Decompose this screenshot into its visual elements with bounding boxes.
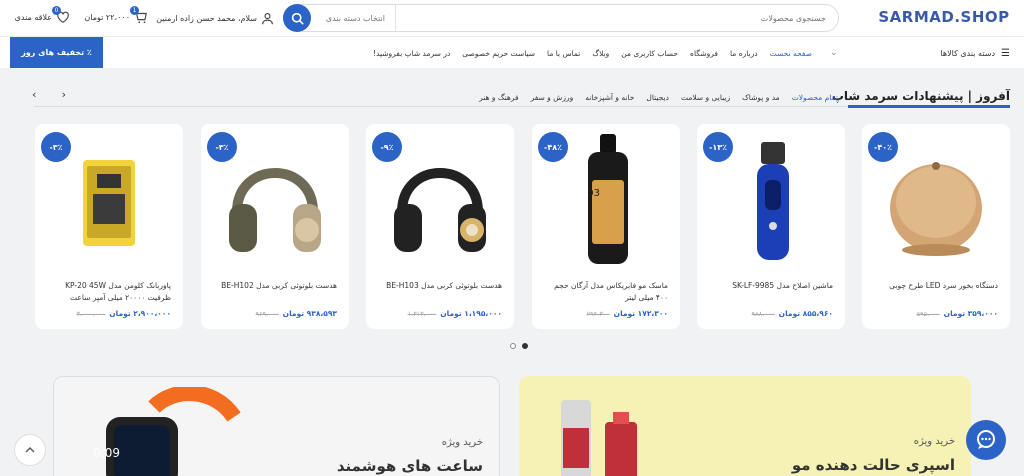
categories-menu[interactable]: ☰ دسته بندی کالاها ⌄ xyxy=(830,44,1010,62)
chat-bubble-icon xyxy=(977,430,995,449)
nav-bar: ☰ دسته بندی کالاها ⌄ صفحه نخست درباره ما… xyxy=(0,36,1024,68)
product-price: ۸۵۵،۹۶۰ تومان xyxy=(778,309,833,318)
banner-subtitle: خرید ویژه xyxy=(913,436,955,447)
product-prices: ۸۵۵،۹۶۰ تومان ۹۸۸،۰۰۰ xyxy=(709,309,833,318)
product-name[interactable]: ماسک مو فابریکاس مدل آرگان حجم ۴۰۰ میلی … xyxy=(544,280,668,304)
product-price: ۲،۹۰۰،۰۰۰ تومان xyxy=(109,309,171,318)
chevron-right-icon[interactable]: › xyxy=(62,88,66,102)
banner-title: ساعت های هوشمند xyxy=(336,457,483,475)
filter-tab-sport[interactable]: ورزش و سفر xyxy=(531,93,574,102)
user-account[interactable]: سلام، محمد حسن زاده ارمنین xyxy=(156,9,274,27)
nav-link-privacy[interactable]: سیاست حریم خصوصی xyxy=(462,49,535,58)
product-old-price: ۱،۳۱۳،۰۰۰ xyxy=(407,309,437,318)
discount-badge: -۹٪ xyxy=(372,132,402,162)
nav-link-sell[interactable]: در سرمد شاپ بفروشید! xyxy=(373,49,450,58)
cart-count-badge: 1 xyxy=(130,6,139,15)
daily-discounts-button[interactable]: ٪ تخفیف های روز xyxy=(10,37,103,68)
filter-tab-home[interactable]: خانه و آشپزخانه xyxy=(585,93,634,102)
promo-banner-hair-spray[interactable]: خرید ویژه اسپری حالت دهنده مو xyxy=(519,376,971,476)
nav-link-about[interactable]: درباره ما xyxy=(730,49,758,58)
cart-icon: 1 xyxy=(130,6,148,24)
nav-link-contact[interactable]: تماس با ما xyxy=(547,49,580,58)
section-title: آفروز | پیشنهادات سرمد شاپ xyxy=(831,89,1010,103)
svg-text:10:09: 10:09 xyxy=(94,446,120,460)
pagination-dot[interactable] xyxy=(510,343,516,349)
product-old-price: ۳،۰۰۰،۰۰۰ xyxy=(76,309,106,318)
product-name[interactable]: ماشین اصلاح مدل SK-LF-9985 xyxy=(709,280,833,292)
banner-subtitle: خرید ویژه xyxy=(441,437,483,448)
filter-tab-beauty[interactable]: زیبایی و سلامت xyxy=(681,93,730,102)
product-card[interactable]: 03 -۴۸٪ ماسک مو فابریکاس مدل آرگان حجم ۴… xyxy=(532,124,680,329)
product-old-price: ۵۹۵،۰۰۰ xyxy=(916,309,940,318)
product-card[interactable]: -۴۰٪ دستگاه بخور سرد LED طرح چوبی ۳۵۹،۰۰… xyxy=(862,124,1010,329)
search-input[interactable] xyxy=(396,5,838,31)
product-old-price: ۲۹۴،۳۰۰ xyxy=(586,309,610,318)
promo-banner-smartwatch[interactable]: 10:09 خرید ویژه ساعت های هوشمند xyxy=(53,376,500,476)
product-name[interactable]: دستگاه بخور سرد LED طرح چوبی xyxy=(874,280,998,292)
filter-tab-culture[interactable]: فرهنگ و هنر xyxy=(479,93,518,102)
discount-badge: -۴۸٪ xyxy=(538,132,568,162)
banner-title: اسپری حالت دهنده مو xyxy=(791,456,955,474)
site-logo[interactable]: SARMAD.SHOP xyxy=(876,6,1012,28)
product-price: ۳۵۹،۰۰۰ تومان xyxy=(943,309,998,318)
product-old-price: ۹۶۹،۰۰۰ xyxy=(255,309,279,318)
wishlist-count-badge: 0 xyxy=(52,6,61,15)
product-card[interactable]: -۳٪ پاوربانک کلومن مدل KP-20 45W ظرفیت ۲… xyxy=(35,124,183,329)
category-filter-tabs: تمام محصولات مد و پوشاک زیبایی و سلامت د… xyxy=(479,90,838,104)
pagination-dot-active[interactable] xyxy=(522,343,528,349)
wishlist[interactable]: 0 علاقه مندی xyxy=(8,6,70,27)
product-prices: ۹۳۸،۵۹۳ تومان ۹۶۹،۰۰۰ xyxy=(213,309,337,318)
product-old-price: ۹۸۸،۰۰۰ xyxy=(751,309,775,318)
chevron-left-icon[interactable]: ‹ xyxy=(32,88,36,102)
cart-total: ۲۲،۰۰۰ تومان xyxy=(84,12,130,22)
product-card[interactable]: -۳٪ هدست بلوتوثی کربی مدل BE-H102 ۹۳۸،۵۹… xyxy=(201,124,349,329)
hamburger-icon: ☰ xyxy=(1001,47,1010,59)
nav-link-home[interactable]: صفحه نخست xyxy=(770,49,812,58)
scroll-to-top-button[interactable] xyxy=(14,434,46,466)
category-select-label: انتخاب دسته بندی xyxy=(325,13,385,23)
chevron-up-icon xyxy=(25,447,35,453)
chat-button[interactable] xyxy=(966,420,1006,460)
search-icon xyxy=(291,12,304,25)
product-name[interactable]: هدست بلوتوثی کربی مدل BE-H102 xyxy=(213,280,337,292)
search-bar: انتخاب دسته بندی ⌄ xyxy=(283,4,839,32)
filter-tab-digital[interactable]: دیجیتال xyxy=(646,93,669,102)
categories-label: دسته بندی کالاها xyxy=(940,48,996,58)
discount-badge: -۳٪ xyxy=(41,132,71,162)
wishlist-label: علاقه مندی xyxy=(14,12,52,22)
carousel-arrows: ‹ › xyxy=(32,88,66,102)
smartwatch-image: 10:09 xyxy=(94,387,241,476)
nav-link-shop[interactable]: فروشگاه xyxy=(690,49,718,58)
section-title-underline xyxy=(848,105,1010,108)
product-name[interactable]: هدست بلوتوثی کربی مدل BE-H103 xyxy=(378,280,502,292)
discount-badge: -۱۳٪ xyxy=(703,132,733,162)
discount-badge: -۳٪ xyxy=(207,132,237,162)
product-name[interactable]: پاوربانک کلومن مدل KP-20 45W ظرفیت ۲۰۰۰۰… xyxy=(47,280,171,304)
top-header: SARMAD.SHOP انتخاب دسته بندی ⌄ سلام، محم… xyxy=(0,0,1024,36)
filter-tab-fashion[interactable]: مد و پوشاک xyxy=(742,93,780,102)
filter-tab-all[interactable]: تمام محصولات xyxy=(792,93,838,102)
hair-spray-image xyxy=(561,400,637,476)
carousel-pagination xyxy=(510,343,534,351)
heart-icon: 0 xyxy=(52,6,70,24)
user-icon xyxy=(262,12,273,24)
chevron-down-icon: ⌄ xyxy=(830,48,838,58)
product-prices: ۱۷۲،۳۰۰ تومان ۲۹۴،۳۰۰ xyxy=(544,309,668,318)
product-price: ۹۳۸،۵۹۳ تومان xyxy=(282,309,337,318)
product-card[interactable]: -۹٪ هدست بلوتوثی کربی مدل BE-H103 ۱،۱۹۵،… xyxy=(366,124,514,329)
main-nav: صفحه نخست درباره ما فروشگاه حساب کاربری … xyxy=(373,45,812,61)
product-prices: ۳۵۹،۰۰۰ تومان ۵۹۵،۰۰۰ xyxy=(874,309,998,318)
product-prices: ۲،۹۰۰،۰۰۰ تومان ۳،۰۰۰،۰۰۰ xyxy=(47,309,171,318)
product-prices: ۱،۱۹۵،۰۰۰ تومان ۱،۳۱۳،۰۰۰ xyxy=(378,309,502,318)
nav-link-account[interactable]: حساب کاربری من xyxy=(621,49,678,58)
product-price: ۱۷۲،۳۰۰ تومان xyxy=(613,309,668,318)
svg-text:03: 03 xyxy=(587,188,600,199)
search-button[interactable] xyxy=(283,4,311,32)
product-price: ۱،۱۹۵،۰۰۰ تومان xyxy=(440,309,502,318)
cart[interactable]: 1 ۲۲،۰۰۰ تومان xyxy=(80,6,148,27)
greeting-text: سلام، محمد حسن زاده ارمنین xyxy=(156,13,257,23)
product-card[interactable]: -۱۳٪ ماشین اصلاح مدل SK-LF-9985 ۸۵۵،۹۶۰ … xyxy=(697,124,845,329)
discount-badge: -۴۰٪ xyxy=(868,132,898,162)
nav-link-blog[interactable]: وبلاگ xyxy=(592,49,609,58)
